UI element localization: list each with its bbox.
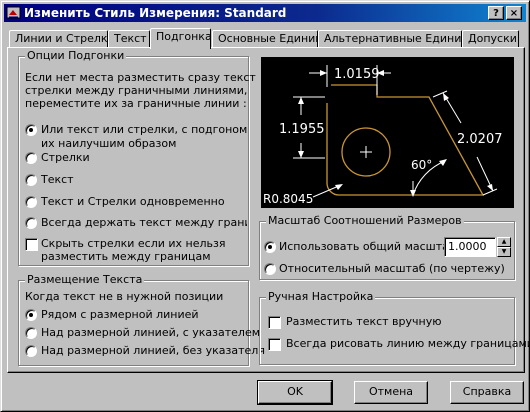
scale-spin-down-icon[interactable]: ▼ [497, 247, 511, 257]
option-either-label-line2[interactable]: их наилучшим образом [41, 137, 176, 150]
text-placement-group: Размещение Текста Когда текст не в нужно… [18, 273, 265, 366]
checkbox-suppress-arrows[interactable] [25, 238, 38, 251]
text-placement-legend: Размещение Текста [25, 273, 145, 286]
tab-primary-units[interactable]: Основные Единицы [212, 30, 331, 48]
tab-alternate-units[interactable]: Альтернативные Единицы [318, 30, 478, 48]
window-title: Изменить Стиль Измерения: Standard [24, 6, 287, 20]
beside-dim-line-label[interactable]: Рядом с размерной линией [41, 308, 199, 321]
over-with-leader-label[interactable]: Над размерной линией, с указателем [41, 326, 260, 339]
left-arrow-top [298, 97, 304, 104]
fit-description-line1: Если нет места разместить сразу текст [25, 71, 256, 84]
suppress-arrows-label[interactable]: Скрыть стрелки если их нельзя [41, 237, 226, 250]
tab-text[interactable]: Текст [108, 30, 150, 48]
option-either-label[interactable]: Или текст или стрелки, с подгоном [41, 123, 247, 136]
angle-dim-text: 60° [411, 158, 432, 172]
tab-lines-arrows[interactable]: Линии и Стрелки [9, 30, 115, 48]
title-bar[interactable]: Изменить Стиль Измерения: Standard ? × [4, 4, 526, 22]
option-always-keep-label[interactable]: Всегда держать текст между границам [41, 216, 247, 229]
tab-fit[interactable]: Подгонка [150, 28, 212, 49]
right-arrow-top [443, 93, 449, 101]
fit-options-group: Опции Подгонки Если нет места разместить… [18, 49, 256, 266]
app-icon [6, 6, 21, 19]
fine-tuning-group: Ручная Настройка Разместить текст вручну… [259, 290, 530, 365]
top-arrow-left [320, 70, 327, 76]
scale-legend: Масштаб Соотношений Размеров [266, 214, 464, 227]
dimension-style-dialog: Изменить Стиль Измерения: Standard ? × Л… [0, 0, 530, 412]
radio-scale-to-layout[interactable] [264, 263, 276, 275]
option-text-label[interactable]: Текст [41, 173, 74, 186]
radio-over-with-leader[interactable] [25, 327, 37, 339]
top-dim-text: 1.0159 [334, 67, 380, 82]
ok-button[interactable]: OK [257, 380, 333, 405]
help-button[interactable]: Справка [450, 381, 524, 404]
dimension-preview: 1.0159 1.1955 2.0207 60° R0.8045 [261, 57, 514, 208]
text-placement-caption: Когда текст не в нужной позиции [25, 290, 224, 303]
tab-tolerances[interactable]: Допуски [462, 30, 519, 48]
checkbox-always-draw-dim-line[interactable] [268, 338, 281, 351]
cancel-button[interactable]: Отмена [354, 381, 428, 404]
close-button[interactable]: × [506, 6, 522, 20]
radius-dim-text: R0.8045 [263, 192, 313, 206]
always-draw-dim-line-label[interactable]: Всегда рисовать линию между границами [286, 337, 530, 350]
overall-scale-input[interactable]: 1.0000 [444, 237, 496, 257]
radio-always-keep-text[interactable] [25, 217, 37, 229]
suppress-arrows-label-line2[interactable]: разместить между границам [41, 250, 211, 263]
fine-tuning-legend: Ручная Настройка [266, 290, 376, 303]
radio-arrows[interactable] [25, 152, 37, 164]
left-dim-text: 1.1955 [279, 122, 325, 137]
help-title-button[interactable]: ? [488, 6, 504, 20]
radio-beside-dim-line[interactable] [25, 309, 37, 321]
fit-description-line3: переместите их за граничные линии : [25, 97, 247, 110]
checkbox-place-text-manually[interactable] [268, 316, 281, 329]
radio-over-without-leader[interactable] [25, 345, 37, 357]
radio-either-text-or-arrows[interactable] [25, 124, 37, 136]
option-both-label[interactable]: Текст и Стрелки одновременно [41, 195, 225, 208]
scale-group: Масштаб Соотношений Размеров Использоват… [259, 214, 515, 280]
right-arrow-bottom [487, 184, 493, 191]
use-overall-scale-label[interactable]: Использовать общий масштаб: [279, 240, 459, 253]
radio-both-text-arrows[interactable] [25, 196, 37, 208]
over-without-leader-label[interactable]: Над размерной линией, без указателя [41, 344, 265, 357]
scale-to-layout-label[interactable]: Относительный масштаб (по чертежу) [279, 262, 505, 275]
preview-drawing: 1.0159 1.1955 2.0207 60° R0.8045 [263, 65, 503, 206]
option-arrows-label[interactable]: Стрелки [41, 151, 90, 164]
fit-options-legend: Опции Подгонки [25, 49, 127, 62]
left-arrow-bottom [298, 151, 304, 158]
place-text-manually-label[interactable]: Разместить текст вручную [286, 315, 442, 328]
radio-text[interactable] [25, 174, 37, 186]
radio-use-overall-scale[interactable] [264, 241, 276, 253]
fit-description-line2: стрелки между граничными линиями, [25, 84, 248, 97]
scale-spin-up-icon[interactable]: ▲ [497, 237, 511, 247]
right-dim-text: 2.0207 [457, 132, 503, 147]
